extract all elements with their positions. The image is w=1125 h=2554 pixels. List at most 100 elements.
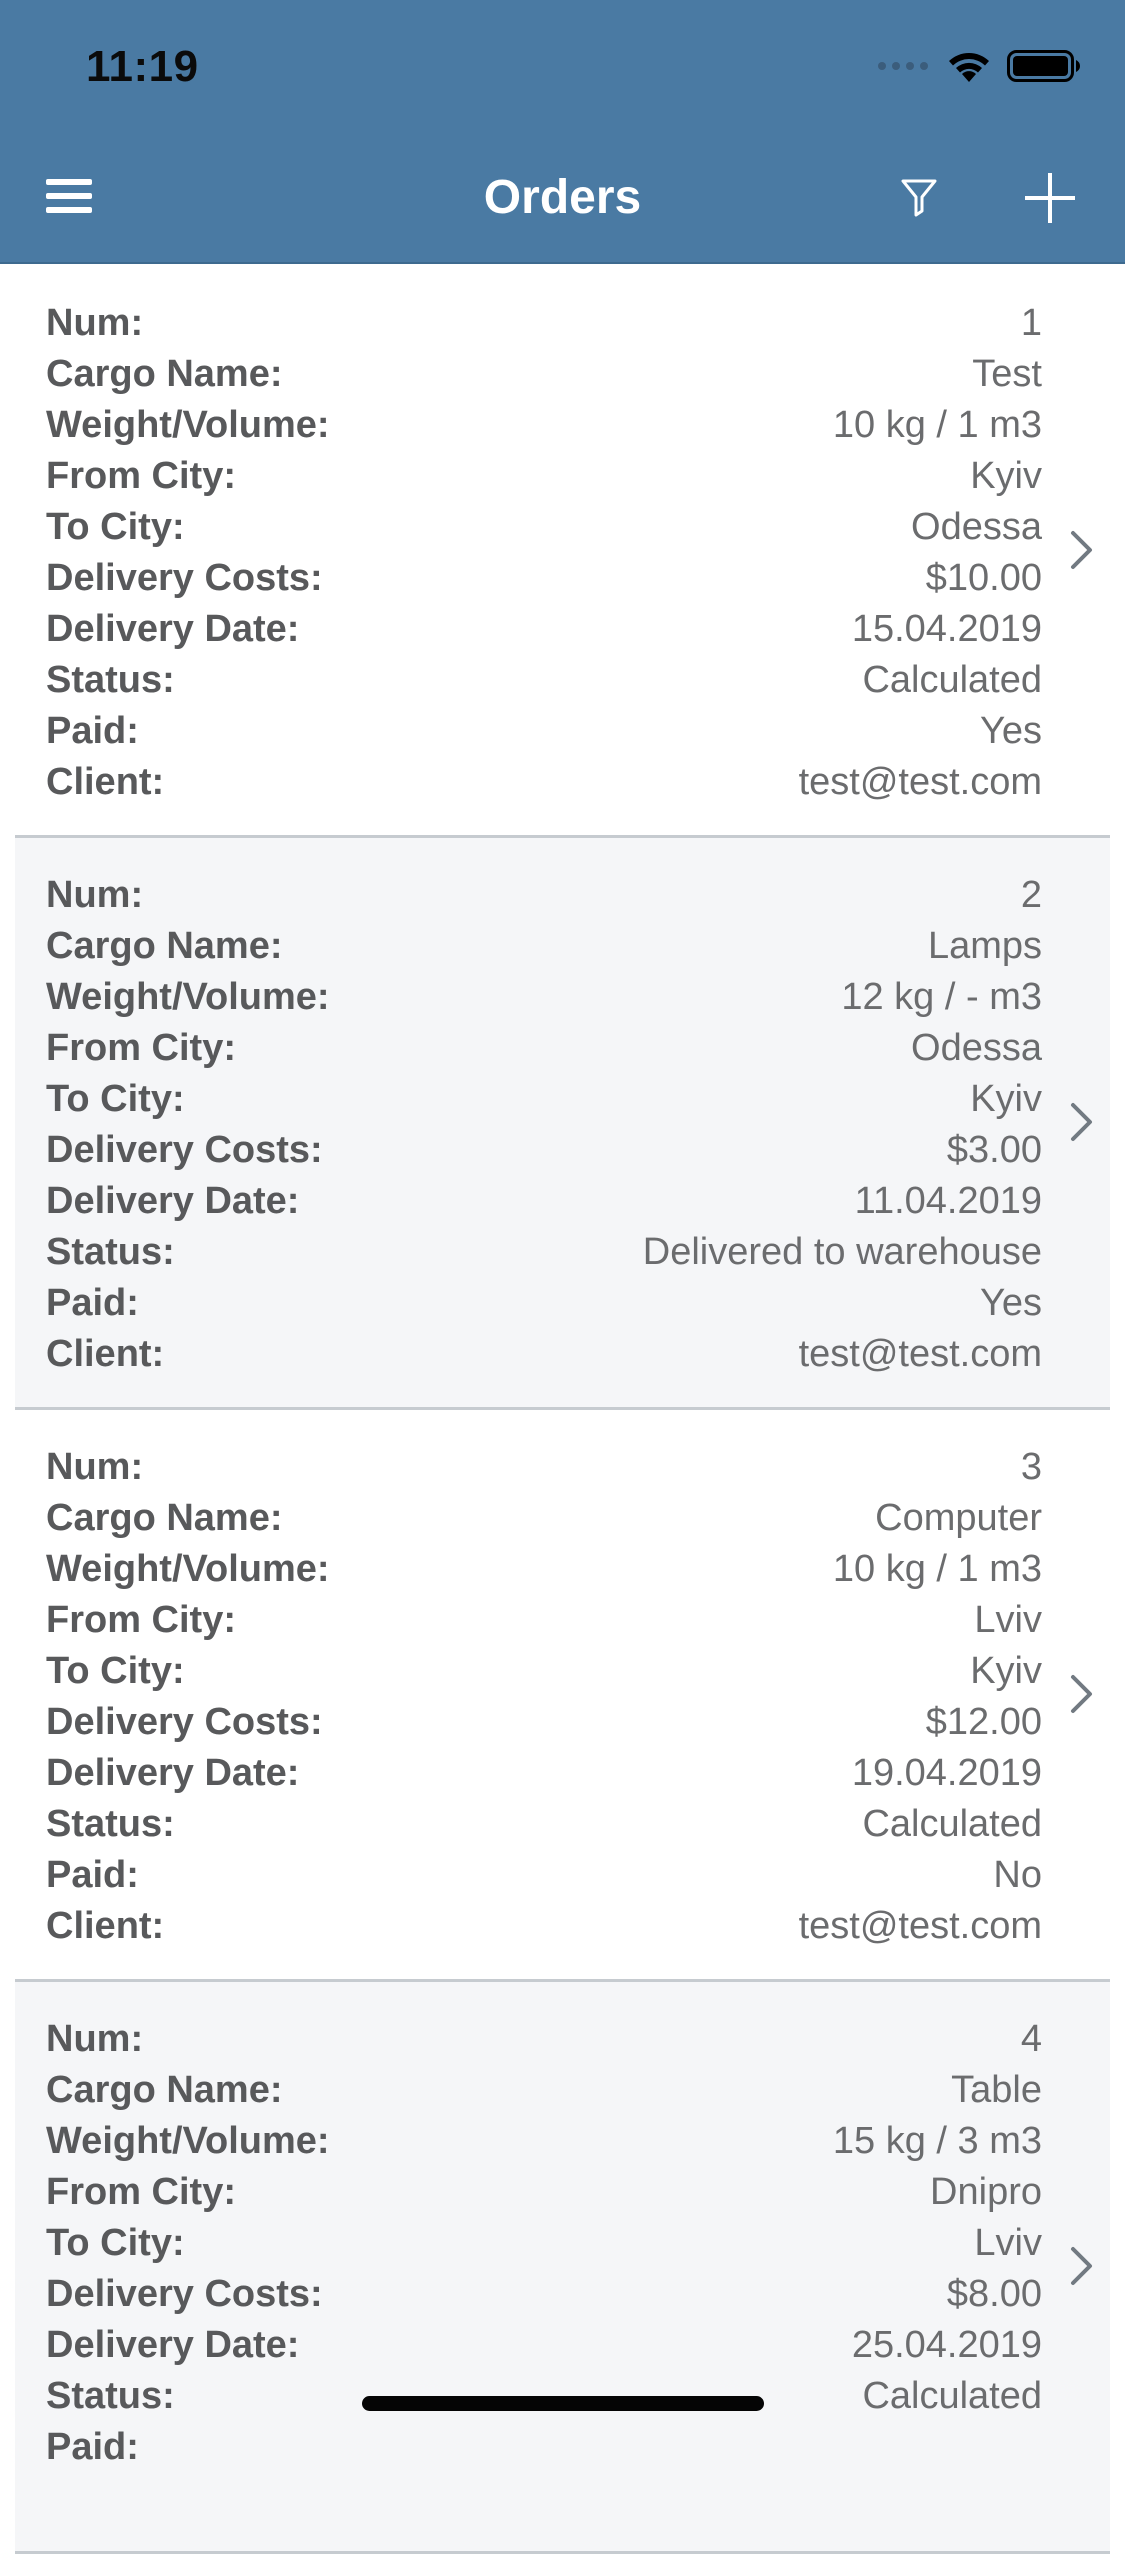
order-card[interactable]: Num: 3 Cargo Name: Computer Weight/Volume:… [15,1410,1110,1982]
field-weight-volume: Weight/Volume: 10 kg / 1 m3 [46,400,1042,451]
field-value: Yes [980,1282,1042,1324]
field-value: Calculated [862,2375,1042,2417]
field-label: Weight/Volume: [46,976,330,1018]
chevron-right-icon [1071,2247,1092,2285]
field-label: Cargo Name: [46,2069,283,2111]
field-value: 10 kg / 1 m3 [832,404,1042,446]
field-label: Num: [46,302,144,344]
chevron-right-icon [1071,531,1092,569]
field-value: 12 kg / - m3 [841,976,1042,1018]
navigation-header: 11:19 Orders [0,0,1125,264]
field-label: Weight/Volume: [46,2120,330,2162]
field-value: Dnipro [930,2171,1042,2213]
field-value: 1 [1020,302,1042,344]
field-to-city: To City: Odessa [46,502,1042,553]
order-card[interactable]: Num: 2 Cargo Name: Lamps Weight/Volume: 12 … [15,838,1110,1410]
field-from-city: From City: Kyiv [46,451,1042,502]
field-label: Status: [46,2375,175,2417]
field-value: $10.00 [925,557,1042,599]
field-weight-volume: Weight/Volume: 10 kg / 1 m3 [46,1544,1042,1595]
field-value: Lamps [927,925,1042,967]
field-value: Calculated [862,1803,1042,1845]
field-value: test@test.com [798,1333,1042,1375]
field-status: Status: Delivered to warehouse [46,1227,1042,1278]
cellular-signal-icon [878,62,928,70]
field-label: Paid: [46,2426,139,2468]
field-client: Client: test@test.com [46,757,1042,808]
field-value: 4 [1020,2018,1042,2060]
field-delivery-costs: Delivery Costs: $12.00 [46,1697,1042,1748]
order-card[interactable]: Num: 4 Cargo Name: Table Weight/Volume: 15 … [15,1982,1110,2554]
field-value: Kyiv [970,455,1042,497]
field-label: Delivery Costs: [46,1129,323,1171]
field-value: Odessa [911,506,1042,548]
chevron-right-icon [1071,1103,1092,1141]
field-label: Paid: [46,1854,139,1896]
field-value: Test [972,353,1042,395]
field-value: 19.04.2019 [851,1752,1042,1794]
filter-icon [901,179,937,217]
orders-list: Num: 1 Cargo Name: Test Weight/Volume: 10 k… [0,266,1125,2554]
field-paid: Paid: [46,2422,1042,2473]
field-label: Num: [46,2018,144,2060]
field-client: Client: test@test.com [46,1329,1042,1380]
field-value: $12.00 [925,1701,1042,1743]
chevron-right-icon [1071,1675,1092,1713]
field-value: No [993,1854,1042,1896]
field-delivery-date: Delivery Date: 15.04.2019 [46,604,1042,655]
field-value: 15.04.2019 [851,608,1042,650]
field-value: Yes [980,710,1042,752]
order-card[interactable]: Num: 1 Cargo Name: Test Weight/Volume: 10 k… [15,266,1110,838]
field-label: Weight/Volume: [46,404,330,446]
field-value: Kyiv [970,1650,1042,1692]
field-num: Num: 2 [46,870,1042,921]
field-label: Paid: [46,1282,139,1324]
field-label: Delivery Costs: [46,1701,323,1743]
wifi-icon [949,53,989,82]
field-label: Client: [46,1905,165,1947]
field-value: Odessa [911,1027,1042,1069]
field-value: test@test.com [798,1905,1042,1947]
field-value: Calculated [862,659,1042,701]
field-delivery-costs: Delivery Costs: $3.00 [46,1125,1042,1176]
field-num: Num: 1 [46,298,1042,349]
field-label: Delivery Date: [46,608,300,650]
field-value: 11.04.2019 [854,1180,1042,1222]
status-bar-indicators [877,46,1081,86]
field-label: Weight/Volume: [46,1548,330,1590]
order-details: Num: 3 Cargo Name: Computer Weight/Volume:… [46,1442,1042,1952]
plus-icon [1025,173,1075,223]
field-label: Paid: [46,710,139,752]
field-delivery-costs: Delivery Costs: $10.00 [46,553,1042,604]
order-details: Num: 1 Cargo Name: Test Weight/Volume: 10 k… [46,298,1042,808]
field-status: Status: Calculated [46,655,1042,706]
field-cargo-name: Cargo Name: Computer [46,1493,1042,1544]
field-paid: Paid: Yes [46,1278,1042,1329]
field-label: Cargo Name: [46,353,283,395]
field-status: Status: Calculated [46,1799,1042,1850]
field-weight-volume: Weight/Volume: 12 kg / - m3 [46,972,1042,1023]
field-label: Client: [46,761,165,803]
add-order-button[interactable] [1022,170,1078,226]
page-title: Orders [483,171,642,224]
field-value: Lviv [974,1599,1042,1641]
field-num: Num: 4 [46,2014,1042,2065]
field-value: 3 [1020,1446,1042,1488]
field-label: Num: [46,1446,144,1488]
field-value: Table [951,2069,1042,2111]
field-label: Cargo Name: [46,1497,283,1539]
field-label: Status: [46,659,175,701]
filter-button[interactable] [896,174,942,220]
field-delivery-date: Delivery Date: 19.04.2019 [46,1748,1042,1799]
field-value: Computer [875,1497,1042,1539]
order-details: Num: 2 Cargo Name: Lamps Weight/Volume: 12 … [46,870,1042,1380]
field-label: Cargo Name: [46,925,283,967]
field-from-city: From City: Odessa [46,1023,1042,1074]
field-value: 2 [1020,874,1042,916]
status-bar-time: 11:19 [86,42,199,91]
field-num: Num: 3 [46,1442,1042,1493]
field-delivery-date: Delivery Date: 11.04.2019 [46,1176,1042,1227]
field-value: 15 kg / 3 m3 [832,2120,1042,2162]
field-paid: Paid: No [46,1850,1042,1901]
home-indicator[interactable] [362,2396,764,2411]
